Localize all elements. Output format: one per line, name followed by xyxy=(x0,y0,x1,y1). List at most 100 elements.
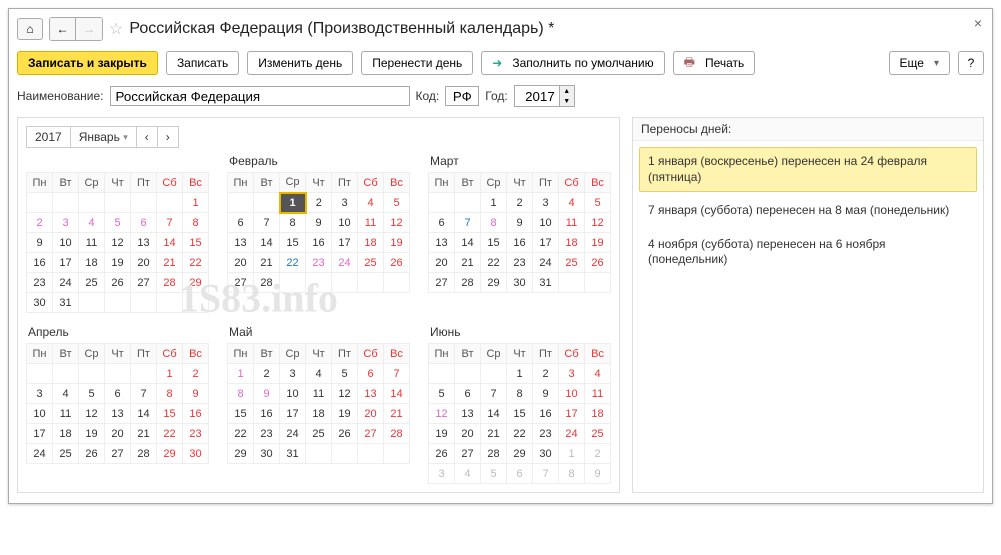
calendar-day[interactable]: 2 xyxy=(254,364,280,384)
calendar-day[interactable]: 10 xyxy=(280,384,306,404)
calendar-day[interactable]: 13 xyxy=(455,404,481,424)
calendar-day[interactable]: 29 xyxy=(183,273,209,293)
calendar-day[interactable]: 14 xyxy=(157,233,183,253)
calendar-day[interactable]: 2 xyxy=(533,364,559,384)
nav-back-button[interactable]: ← xyxy=(50,18,76,40)
name-input[interactable] xyxy=(110,86,410,106)
calendar-day[interactable]: 14 xyxy=(131,404,157,424)
calendar-day[interactable]: 11 xyxy=(79,233,105,253)
calendar-day[interactable]: 3 xyxy=(27,384,53,404)
calendar-day[interactable]: 28 xyxy=(254,273,280,293)
calendar-day[interactable]: 23 xyxy=(27,273,53,293)
calendar-day[interactable]: 24 xyxy=(533,253,559,273)
calendar-day[interactable]: 3 xyxy=(53,213,79,233)
calendar-day[interactable]: 3 xyxy=(280,364,306,384)
calendar-day[interactable]: 23 xyxy=(507,253,533,273)
calendar-day[interactable]: 22 xyxy=(481,253,507,273)
calendar-day[interactable]: 8 xyxy=(183,213,209,233)
calendar-day[interactable]: 15 xyxy=(183,233,209,253)
calendar-day[interactable]: 9 xyxy=(306,213,332,233)
calendar-day[interactable]: 10 xyxy=(27,404,53,424)
calendar-day[interactable]: 25 xyxy=(53,444,79,464)
calendar-day[interactable]: 11 xyxy=(358,213,384,233)
calendar-day[interactable]: 24 xyxy=(27,444,53,464)
calendar-day[interactable]: 11 xyxy=(53,404,79,424)
calendar-day[interactable]: 16 xyxy=(27,253,53,273)
calendar-day[interactable]: 1 xyxy=(559,444,585,464)
calendar-day[interactable]: 21 xyxy=(131,424,157,444)
calendar-day[interactable]: 14 xyxy=(384,384,410,404)
calendar-day[interactable]: 23 xyxy=(254,424,280,444)
calendar-day[interactable]: 24 xyxy=(332,253,358,273)
calendar-day[interactable]: 4 xyxy=(585,364,611,384)
calendar-day[interactable]: 27 xyxy=(131,273,157,293)
calendar-day[interactable]: 4 xyxy=(559,193,585,213)
calendar-day[interactable]: 4 xyxy=(358,193,384,213)
calendar-day[interactable]: 5 xyxy=(384,193,410,213)
calendar-day[interactable]: 28 xyxy=(384,424,410,444)
calendar-day[interactable]: 2 xyxy=(585,444,611,464)
calendar-day[interactable]: 18 xyxy=(53,424,79,444)
calendar-day[interactable]: 9 xyxy=(585,464,611,484)
calendar-day[interactable]: 19 xyxy=(79,424,105,444)
calendar-day[interactable]: 23 xyxy=(533,424,559,444)
calendar-day[interactable]: 22 xyxy=(228,424,254,444)
calendar-day[interactable]: 26 xyxy=(105,273,131,293)
calendar-day[interactable]: 31 xyxy=(533,273,559,293)
calendar-day[interactable]: 21 xyxy=(384,404,410,424)
calendar-day[interactable]: 9 xyxy=(507,213,533,233)
calendar-day[interactable]: 8 xyxy=(228,384,254,404)
save-and-close-button[interactable]: Записать и закрыть xyxy=(17,51,158,75)
calendar-day[interactable]: 7 xyxy=(254,213,280,233)
year-spin-down[interactable]: ▼ xyxy=(560,96,574,106)
calendar-day[interactable]: 10 xyxy=(53,233,79,253)
transfer-item[interactable]: 4 ноября (суббота) перенесен на 6 ноября… xyxy=(639,230,977,275)
calendar-day[interactable]: 27 xyxy=(105,444,131,464)
calendar-day[interactable]: 15 xyxy=(280,233,306,253)
calendar-day[interactable]: 29 xyxy=(228,444,254,464)
calendar-day[interactable]: 25 xyxy=(79,273,105,293)
calendar-day[interactable]: 9 xyxy=(254,384,280,404)
calendar-day[interactable]: 9 xyxy=(533,384,559,404)
calendar-day[interactable]: 27 xyxy=(358,424,384,444)
calendar-day[interactable]: 6 xyxy=(131,213,157,233)
calendar-day[interactable]: 26 xyxy=(384,253,410,273)
calendar-day[interactable]: 23 xyxy=(183,424,209,444)
calendar-day[interactable]: 29 xyxy=(507,444,533,464)
calendar-day[interactable]: 1 xyxy=(157,364,183,384)
calendar-day[interactable]: 4 xyxy=(455,464,481,484)
calendar-day[interactable]: 21 xyxy=(481,424,507,444)
move-day-button[interactable]: Перенести день xyxy=(361,51,473,75)
calendar-day[interactable]: 25 xyxy=(559,253,585,273)
calendar-day[interactable]: 24 xyxy=(280,424,306,444)
calendar-day[interactable]: 15 xyxy=(507,404,533,424)
calendar-day[interactable]: 9 xyxy=(27,233,53,253)
calendar-day[interactable]: 30 xyxy=(254,444,280,464)
calendar-day[interactable]: 7 xyxy=(157,213,183,233)
calendar-day[interactable]: 29 xyxy=(481,273,507,293)
calendar-day[interactable]: 12 xyxy=(384,213,410,233)
calendar-day[interactable]: 18 xyxy=(306,404,332,424)
calendar-day[interactable]: 3 xyxy=(429,464,455,484)
transfer-item[interactable]: 1 января (воскресенье) перенесен на 24 ф… xyxy=(639,147,977,192)
calendar-day[interactable]: 22 xyxy=(280,253,306,273)
calendar-day[interactable]: 26 xyxy=(332,424,358,444)
calendar-day[interactable]: 12 xyxy=(79,404,105,424)
calendar-day[interactable]: 10 xyxy=(332,213,358,233)
calendar-day[interactable]: 29 xyxy=(157,444,183,464)
calendar-day[interactable]: 10 xyxy=(559,384,585,404)
calendar-day[interactable]: 23 xyxy=(306,253,332,273)
calendar-day[interactable]: 6 xyxy=(507,464,533,484)
calendar-day[interactable]: 11 xyxy=(559,213,585,233)
calendar-day[interactable]: 20 xyxy=(131,253,157,273)
year-select[interactable]: 2017 xyxy=(26,126,71,148)
change-day-button[interactable]: Изменить день xyxy=(247,51,353,75)
calendar-day[interactable]: 22 xyxy=(157,424,183,444)
calendar-day[interactable]: 17 xyxy=(280,404,306,424)
calendar-day[interactable]: 26 xyxy=(79,444,105,464)
calendar-day[interactable]: 26 xyxy=(429,444,455,464)
calendar-day[interactable]: 7 xyxy=(384,364,410,384)
calendar-day[interactable]: 15 xyxy=(228,404,254,424)
calendar-day[interactable]: 28 xyxy=(131,444,157,464)
calendar-day[interactable]: 2 xyxy=(507,193,533,213)
